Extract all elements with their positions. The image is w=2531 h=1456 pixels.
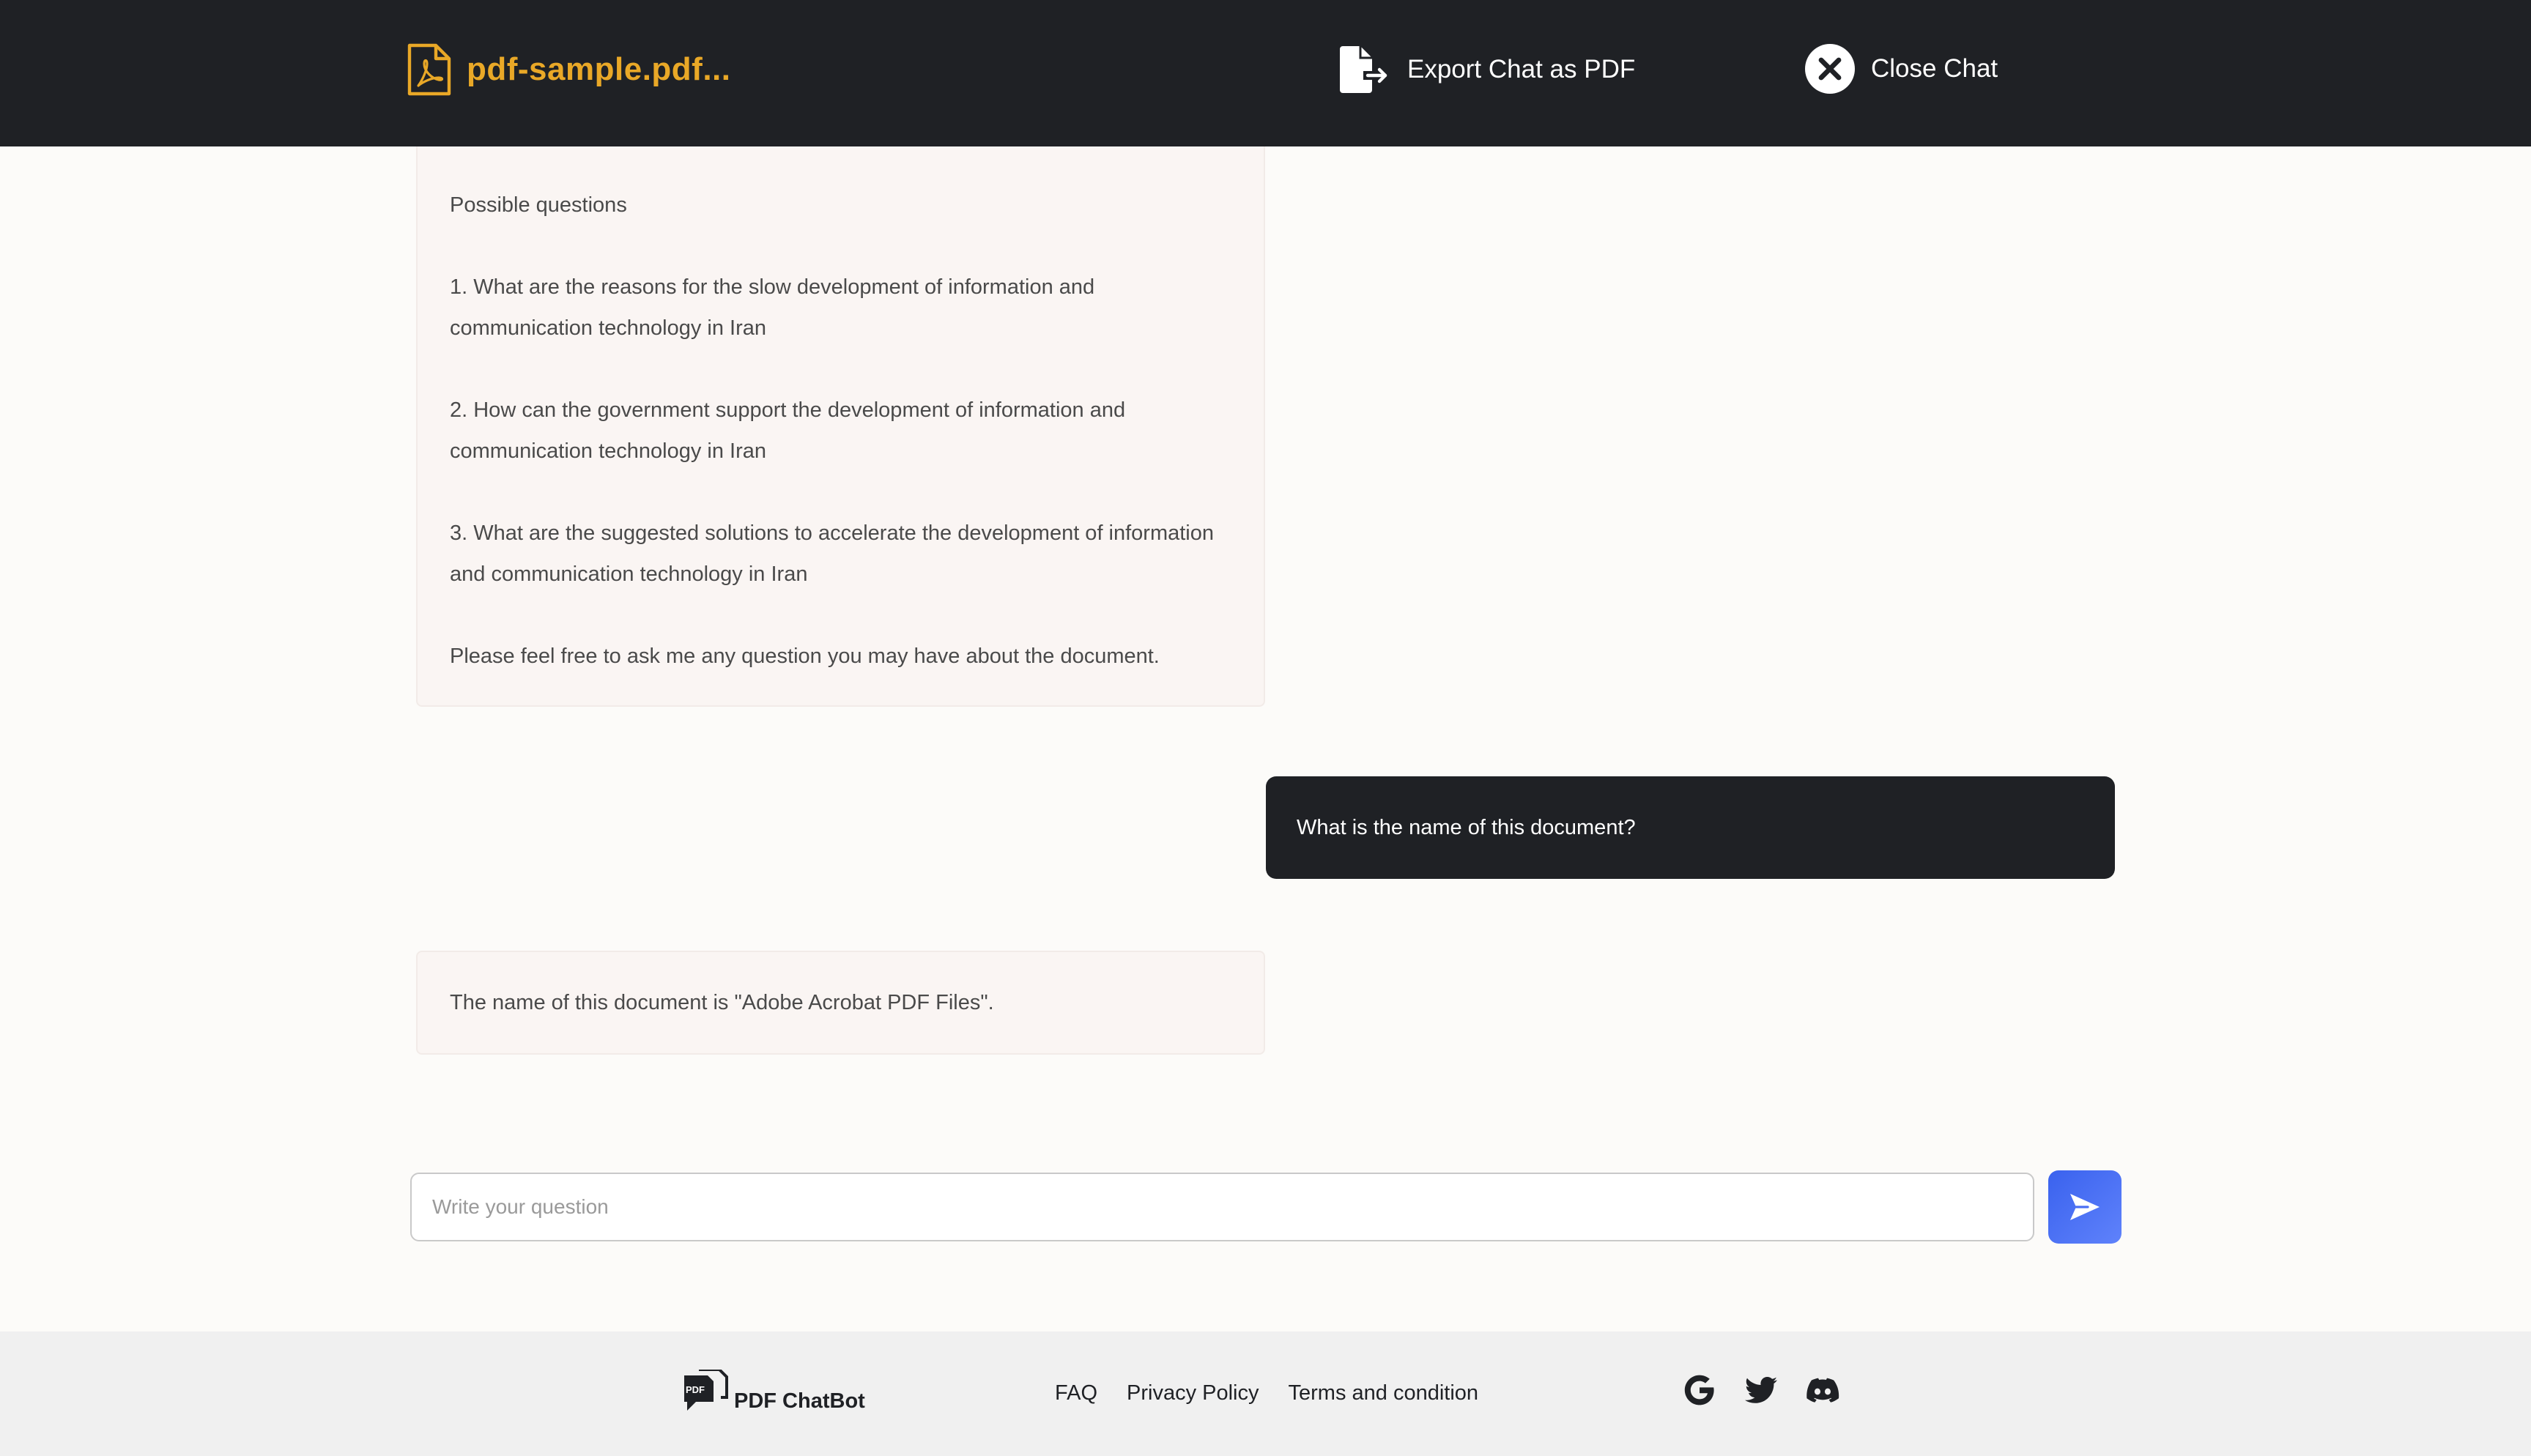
bot-message: Possible questions 1. What are the reaso… [416,146,1265,707]
user-message: What is the name of this document? [1266,776,2115,879]
twitter-icon[interactable] [1743,1373,1779,1408]
message-paragraph: Please feel free to ask me any question … [450,645,1160,668]
chatbot-logo-icon: PDF [684,1370,728,1411]
message-paragraph: 3. What are the suggested solutions to a… [450,521,1215,586]
export-chat-label: Export Chat as PDF [1407,55,1636,83]
export-file-icon [1340,46,1387,93]
send-icon [2070,1194,2100,1220]
question-input[interactable] [410,1173,2034,1241]
discord-icon[interactable] [1805,1373,1840,1408]
terms-link[interactable]: Terms and condition [1289,1381,1479,1405]
document-title: pdf-sample.pdf... [407,42,731,97]
faq-link[interactable]: FAQ [1055,1381,1097,1405]
message-text: What is the name of this document? [1297,815,1636,839]
google-icon[interactable] [1682,1373,1717,1408]
close-chat-button[interactable]: Close Chat [1804,41,1998,97]
document-file-name: pdf-sample.pdf... [467,51,731,87]
close-icon [1805,44,1855,94]
message-text: The name of this document is "Adobe Acro… [450,991,994,1014]
bot-message: The name of this document is "Adobe Acro… [416,951,1265,1055]
footer: PDF PDF ChatBot FAQ Privacy Policy Terms… [0,1331,2531,1456]
brand-name: PDF ChatBot [734,1389,865,1413]
message-paragraph: 2. How can the government support the de… [450,398,1126,463]
close-chat-label: Close Chat [1871,54,1998,83]
footer-links: FAQ Privacy Policy Terms and condition [1055,1381,1478,1405]
privacy-policy-link[interactable]: Privacy Policy [1127,1381,1259,1405]
message-paragraph: 1. What are the reasons for the slow dev… [450,275,1095,340]
logo-badge-text: PDF [686,1384,705,1395]
message-paragraph: Possible questions [450,193,627,217]
export-chat-button[interactable]: Export Chat as PDF [1335,42,1635,97]
social-links [1682,1373,1840,1408]
pdf-file-icon [407,43,451,96]
chat-header: pdf-sample.pdf... Export Chat as PDF Clo… [0,0,2531,146]
brand-logo[interactable]: PDF PDF ChatBot [680,1370,865,1418]
send-button[interactable] [2048,1170,2121,1244]
